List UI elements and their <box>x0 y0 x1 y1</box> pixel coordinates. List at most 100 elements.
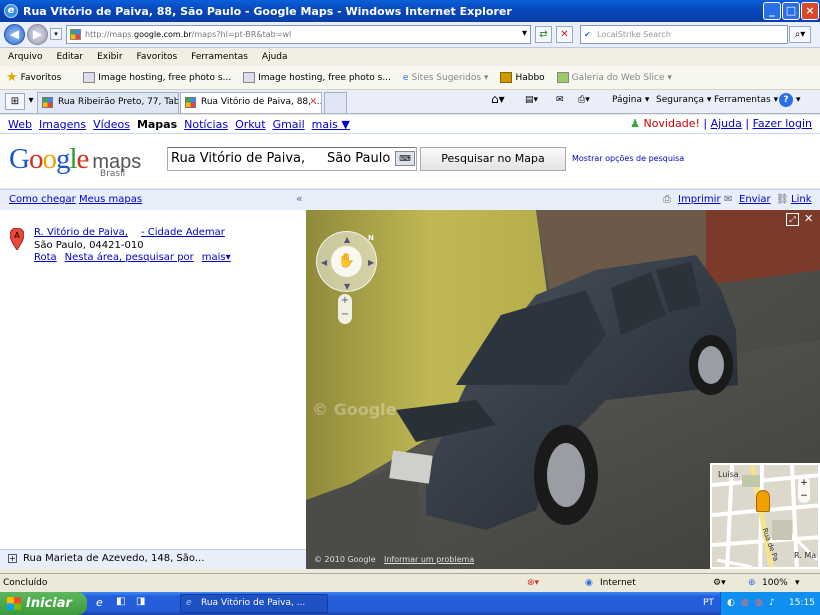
mini-zoom-in-icon[interactable]: + <box>798 477 810 490</box>
gbar-new[interactable]: Novidade! <box>643 117 699 130</box>
gbar-more[interactable]: mais ▼ <box>312 118 350 131</box>
pan-up-icon[interactable]: ▲ <box>344 235 350 244</box>
mini-map[interactable]: Luisa R. Ma Rua de Pa + − <box>710 463 820 569</box>
search-options-link[interactable]: Mostrar opções de pesquisa <box>572 154 684 163</box>
taskbar-item-ie[interactable]: e Rua Vitório de Paiva, ... <box>180 594 328 613</box>
print-link[interactable]: Imprimir <box>678 194 721 205</box>
mini-zoom-out-icon[interactable]: − <box>798 490 810 503</box>
more-link[interactable]: mais▾ <box>202 252 231 263</box>
mail-icon[interactable]: ✉ <box>556 95 564 105</box>
quicklaunch-icon-3[interactable]: ◨ <box>136 596 145 607</box>
gbar-gmail[interactable]: Gmail <box>273 118 305 131</box>
minimize-button[interactable]: _ <box>763 2 781 20</box>
recent-pages-dropdown[interactable]: ▾ <box>50 28 62 40</box>
language-indicator[interactable]: PT <box>703 598 714 608</box>
search-map-button[interactable]: Pesquisar no Mapa <box>420 147 566 171</box>
start-button[interactable]: Iniciar <box>0 592 87 615</box>
zoom-level[interactable]: 100% <box>762 574 788 592</box>
menu-favoritos[interactable]: Favoritos <box>137 52 178 62</box>
keyboard-icon[interactable]: ⌨ <box>395 151 415 166</box>
help-dropdown[interactable]: ▾ <box>796 95 801 105</box>
window-title-bar[interactable]: e Rua Vitório de Paiva, 88, São Paulo - … <box>0 0 820 22</box>
clock[interactable]: 15:15 <box>789 592 815 615</box>
recent-search-item[interactable]: + Rua Marieta de Azevedo, 148, São... <box>0 549 306 569</box>
route-link[interactable]: Rota <box>34 252 57 263</box>
gbar-help[interactable]: Ajuda <box>711 117 742 130</box>
search-icon[interactable]: ⌕▾ <box>789 26 811 43</box>
nearby-search-link[interactable]: Nesta área, pesquisar por <box>65 252 194 263</box>
expand-icon[interactable]: + <box>8 554 17 563</box>
help-icon[interactable]: ? <box>779 93 793 107</box>
gbar-orkut[interactable]: Orkut <box>235 118 266 131</box>
close-street-view-icon[interactable]: ✕ <box>804 212 813 225</box>
tab-rua-vitorio[interactable]: Rua Vitório de Paiva, 88, ... ✕ <box>180 92 322 113</box>
tools-menu[interactable]: Ferramentas ▾ <box>714 95 778 105</box>
close-button[interactable]: × <box>801 2 819 20</box>
address-dropdown[interactable]: ▾ <box>518 26 531 43</box>
stop-icon[interactable]: ✕ <box>556 26 573 43</box>
gbar-images[interactable]: Imagens <box>39 118 86 131</box>
fav-item-habbo[interactable]: Habbo <box>500 72 545 83</box>
pan-control[interactable]: ✋ ▲ ▼ ◀ ▶ N <box>316 231 377 292</box>
pegman-icon[interactable] <box>756 490 770 512</box>
search-input[interactable]: ✔ LocalStrike Search <box>580 25 788 44</box>
tray-icon-2[interactable]: ◍ <box>741 592 749 615</box>
favorites-button[interactable]: ★ Favoritos <box>6 70 61 85</box>
marker-a-icon[interactable]: A <box>10 228 24 250</box>
zoom-out-icon[interactable]: − <box>338 308 352 322</box>
send-link[interactable]: Enviar <box>739 194 771 205</box>
zoom-dropdown[interactable]: ▾ <box>795 574 800 592</box>
fav-item-suggested-sites[interactable]: e Sites Sugeridos ▾ <box>403 73 489 83</box>
report-problem-link[interactable]: Informar um problema <box>384 555 474 564</box>
pan-down-icon[interactable]: ▼ <box>344 282 350 291</box>
tray-icon-1[interactable]: ◐ <box>727 592 735 615</box>
menu-ferramentas[interactable]: Ferramentas <box>191 52 248 62</box>
collapse-panel-icon[interactable]: « <box>296 192 303 205</box>
security-menu[interactable]: Segurança ▾ <box>656 95 711 105</box>
close-tab-icon[interactable]: ✕ <box>309 93 317 112</box>
tab-rua-ribeirao[interactable]: Rua Ribeirão Preto, 77, Tabo... <box>37 92 179 113</box>
pan-left-icon[interactable]: ◀ <box>321 258 327 267</box>
menu-arquivo[interactable]: Arquivo <box>8 52 42 62</box>
fav-item-image-hosting-2[interactable]: Image hosting, free photo s... <box>243 72 391 83</box>
tab-list-dropdown[interactable]: ▾ <box>26 93 36 110</box>
map-search-input[interactable]: Rua Vitório de Paiva, São Paulo <box>167 147 417 171</box>
street-view-panorama[interactable]: ✋ ▲ ▼ ◀ ▶ N + − ⤢ ✕ © Google © 2010 Goog… <box>306 210 820 569</box>
my-maps-link[interactable]: Meus mapas <box>79 194 142 205</box>
quick-tabs-icon[interactable]: ⊞ <box>5 93 25 110</box>
page-menu[interactable]: Página ▾ <box>612 95 649 105</box>
gbar-news[interactable]: Notícias <box>184 118 228 131</box>
link-link[interactable]: Link <box>791 194 811 205</box>
back-button[interactable]: ◀ <box>4 24 25 45</box>
refresh-icon[interactable]: ⇄ <box>535 26 552 43</box>
menu-editar[interactable]: Editar <box>56 52 83 62</box>
gbar-login[interactable]: Fazer login <box>753 117 812 130</box>
popup-blocker-icon[interactable]: ⊗▾ <box>527 574 539 592</box>
menu-exibir[interactable]: Exibir <box>97 52 122 62</box>
home-icon[interactable]: ⌂▾ <box>491 92 505 106</box>
tray-icon-3[interactable]: ◍ <box>755 592 763 615</box>
fav-item-web-slice[interactable]: Galeria do Web Slice ▾ <box>556 72 672 83</box>
quicklaunch-icon-2[interactable]: ◧ <box>116 596 125 607</box>
zoom-control[interactable]: + − <box>338 294 352 324</box>
new-tab-button[interactable] <box>324 92 347 113</box>
fullscreen-icon[interactable]: ⤢ <box>786 213 799 226</box>
quicklaunch-ie-icon[interactable]: e <box>96 596 103 609</box>
mini-map-zoom[interactable]: + − <box>798 477 810 503</box>
maximize-button[interactable]: □ <box>782 2 800 20</box>
forward-button[interactable]: ▶ <box>27 24 48 45</box>
directions-link[interactable]: Como chegar <box>9 194 76 205</box>
gbar-videos[interactable]: Vídeos <box>93 118 130 131</box>
address-input[interactable]: http://maps.google.com.br/maps?hl=pt-BR&… <box>66 25 531 44</box>
gbar-web[interactable]: Web <box>8 118 32 131</box>
print-icon[interactable]: ⎙▾ <box>578 95 590 105</box>
fav-item-image-hosting-1[interactable]: Image hosting, free photo s... <box>83 72 231 83</box>
result-title[interactable]: R. Vitório de Paiva, <box>34 227 128 238</box>
result-district[interactable]: - Cidade Ademar <box>141 227 225 238</box>
menu-ajuda[interactable]: Ajuda <box>262 52 288 62</box>
zoom-in-icon[interactable]: + <box>338 294 352 308</box>
feeds-icon[interactable]: ▤▾ <box>525 95 538 105</box>
volume-icon[interactable]: ♪ <box>769 592 775 615</box>
pan-right-icon[interactable]: ▶ <box>368 258 374 267</box>
protected-mode-icon[interactable]: ⚙▾ <box>713 574 726 592</box>
